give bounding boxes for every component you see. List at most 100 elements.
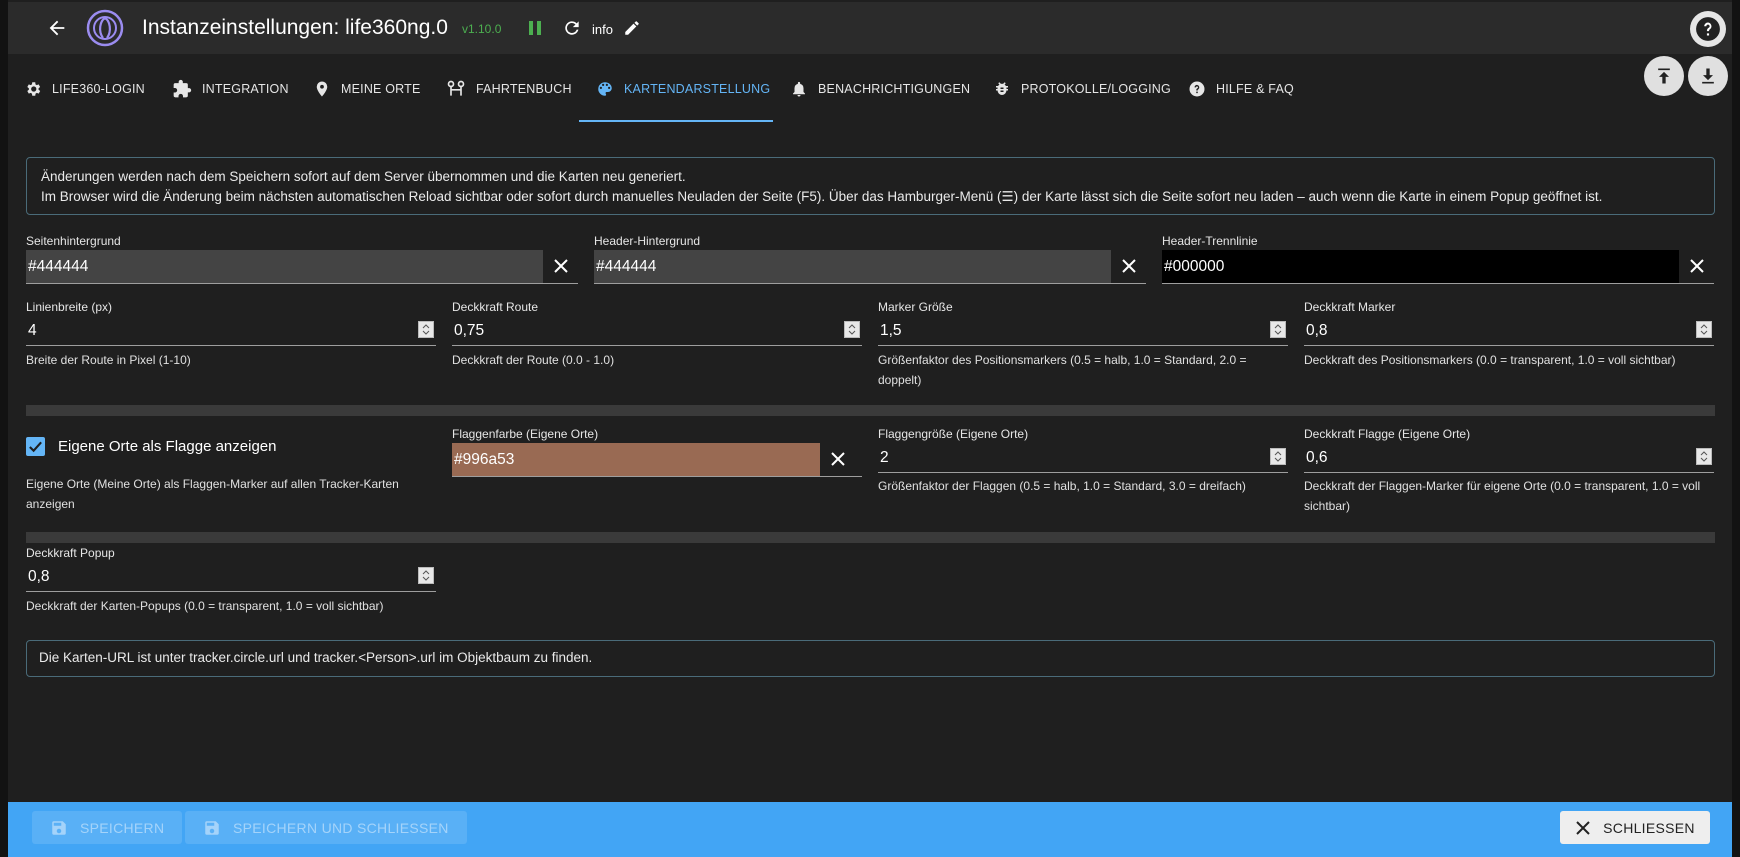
save-close-label: SPEICHERN UND SCHLIESSEN [233, 819, 449, 836]
pause-icon[interactable] [524, 17, 546, 39]
tab-label: LIFE360-LOGIN [52, 82, 145, 96]
save-label: SPEICHERN [80, 819, 165, 836]
bell-icon [793, 81, 805, 97]
tab-kartendarstellung[interactable]: KARTENDARSTELLUNG [596, 54, 770, 124]
flag-size-input[interactable]: 2 [878, 443, 1288, 473]
spinner-icon[interactable] [418, 567, 434, 584]
header-line-label: Header-Trennlinie [1162, 234, 1258, 248]
spinner-icon[interactable] [1270, 448, 1286, 465]
field-underline [452, 476, 862, 477]
spinner-icon[interactable] [418, 321, 434, 338]
info-label: info [592, 22, 613, 37]
app-header: Instanzeinstellungen: life360ng.0 v1.10.… [8, 2, 1732, 54]
popup-opacity-input[interactable]: 0,8 [26, 562, 436, 592]
floppy-disk-icon [205, 820, 219, 835]
tab-bar: LIFE360-LOGIN INTEGRATION MEINE ORTE FAH… [8, 54, 1732, 124]
close-icon [1576, 820, 1590, 835]
tab-label: KARTENDARSTELLUNG [624, 82, 771, 96]
tab-life360-login[interactable]: LIFE360-LOGIN [24, 54, 145, 124]
upload-button[interactable] [1644, 56, 1684, 96]
field-value: 1,5 [880, 322, 902, 339]
back-arrow-icon[interactable] [44, 15, 70, 41]
reload-icon[interactable] [560, 16, 584, 40]
field-value: 2 [880, 449, 889, 466]
marker-size-label: Marker Größe [878, 300, 953, 314]
flag-color-label: Flaggenfarbe (Eigene Orte) [452, 427, 599, 441]
page-bg-label: Seitenhintergrund [26, 234, 121, 248]
field-underline [1162, 283, 1714, 284]
route-opacity-helper: Deckkraft der Route (0.0 - 1.0) [452, 353, 615, 367]
version-label: v1.10.0 [462, 22, 502, 36]
download-button[interactable] [1688, 56, 1728, 96]
header-bg-color-field[interactable]: #444444 [594, 250, 1111, 283]
section-divider [26, 532, 1715, 543]
floppy-disk-icon [52, 820, 66, 835]
close-button[interactable]: SCHLIESSEN [1560, 811, 1710, 844]
popup-opacity-helper: Deckkraft der Karten-Popups (0.0 = trans… [26, 599, 384, 613]
url-notice: Die Karten-URL ist unter tracker.circle.… [26, 640, 1715, 677]
header-bg-label: Header-Hintergrund [594, 234, 701, 248]
clear-icon[interactable] [824, 445, 852, 473]
help-circle-icon [1189, 81, 1205, 97]
download-icon [1702, 68, 1714, 84]
save-button[interactable]: SPEICHERN [32, 811, 183, 844]
info-notice: Änderungen werden nach dem Speichern sof… [26, 157, 1715, 215]
flag-checkbox[interactable] [26, 437, 45, 456]
clear-icon[interactable] [547, 252, 575, 280]
flag-size-label: Flaggengröße (Eigene Orte) [878, 427, 1029, 441]
line-width-helper: Breite der Route in Pixel (1-10) [26, 353, 191, 367]
upload-icon [1658, 68, 1670, 84]
section-divider [26, 405, 1715, 416]
bug-icon [996, 82, 1008, 95]
notice-line-2: Im Browser wird die Änderung beim nächst… [41, 189, 1603, 204]
flag-color-field[interactable]: #996a53 [452, 443, 820, 476]
tab-benachrichtigungen[interactable]: BENACHRICHTIGUNGEN [790, 54, 970, 124]
flag-checkbox-helper: Eigene Orte (Meine Orte) als Flaggen-Mar… [26, 477, 399, 511]
route-opacity-input[interactable]: 0,75 [452, 316, 862, 346]
clear-icon[interactable] [1115, 252, 1143, 280]
active-tab-indicator [579, 120, 773, 122]
marker-opacity-input[interactable]: 0,8 [1304, 316, 1714, 346]
field-value: 0,6 [1306, 449, 1328, 466]
spinner-icon[interactable] [1696, 448, 1712, 465]
page-title: Instanzeinstellungen: life360ng.0 [142, 16, 448, 39]
route-icon [447, 80, 465, 96]
tab-label: MEINE ORTE [341, 82, 421, 96]
save-close-button[interactable]: SPEICHERN UND SCHLIESSEN [185, 811, 467, 844]
field-value: 0,75 [454, 322, 485, 339]
pencil-icon[interactable] [622, 18, 642, 38]
field-value: 0,8 [28, 568, 50, 585]
clear-icon[interactable] [1683, 252, 1711, 280]
flag-size-helper: Größenfaktor der Flaggen (0.5 = halb, 1.… [878, 479, 1246, 493]
field-underline [594, 283, 1146, 284]
flag-opacity-input[interactable]: 0,6 [1304, 443, 1714, 473]
tab-hilfe-faq[interactable]: HILFE & FAQ [1188, 54, 1294, 124]
spinner-icon[interactable] [1696, 321, 1712, 338]
help-circle-icon [1696, 17, 1720, 41]
tab-label: HILFE & FAQ [1216, 82, 1294, 96]
spinner-icon[interactable] [844, 321, 860, 338]
tab-meine-orte[interactable]: MEINE ORTE [313, 54, 421, 124]
close-label: SCHLIESSEN [1603, 819, 1695, 836]
puzzle-icon [173, 79, 192, 98]
tab-protokolle-logging[interactable]: PROTOKOLLE/LOGGING [993, 54, 1171, 124]
route-opacity-label: Deckkraft Route [452, 300, 539, 314]
tab-label: PROTOKOLLE/LOGGING [1021, 82, 1171, 96]
marker-size-input[interactable]: 1,5 [878, 316, 1288, 346]
marker-size-helper: Größenfaktor des Positionsmarkers (0.5 =… [878, 353, 1247, 387]
tab-fahrtenbuch[interactable]: FAHRTENBUCH [446, 54, 572, 124]
page-bg-color-field[interactable]: #444444 [26, 250, 543, 283]
tab-integration[interactable]: INTEGRATION [172, 54, 289, 124]
spinner-icon[interactable] [1270, 321, 1286, 338]
check-icon [29, 441, 42, 453]
marker-opacity-label: Deckkraft Marker [1304, 300, 1396, 314]
field-value: 4 [28, 322, 37, 339]
line-width-input[interactable]: 4 [26, 316, 436, 346]
flag-opacity-helper: Deckkraft der Flaggen-Marker für eigene … [1304, 479, 1701, 513]
header-line-color-field[interactable]: #000000 [1162, 250, 1679, 283]
help-button[interactable] [1690, 11, 1726, 47]
flag-opacity-label: Deckkraft Flagge (Eigene Orte) [1304, 427, 1471, 441]
notice-line-1: Änderungen werden nach dem Speichern sof… [41, 169, 686, 184]
tab-label: INTEGRATION [202, 82, 289, 96]
flag-checkbox-label: Eigene Orte als Flagge anzeigen [58, 438, 277, 455]
